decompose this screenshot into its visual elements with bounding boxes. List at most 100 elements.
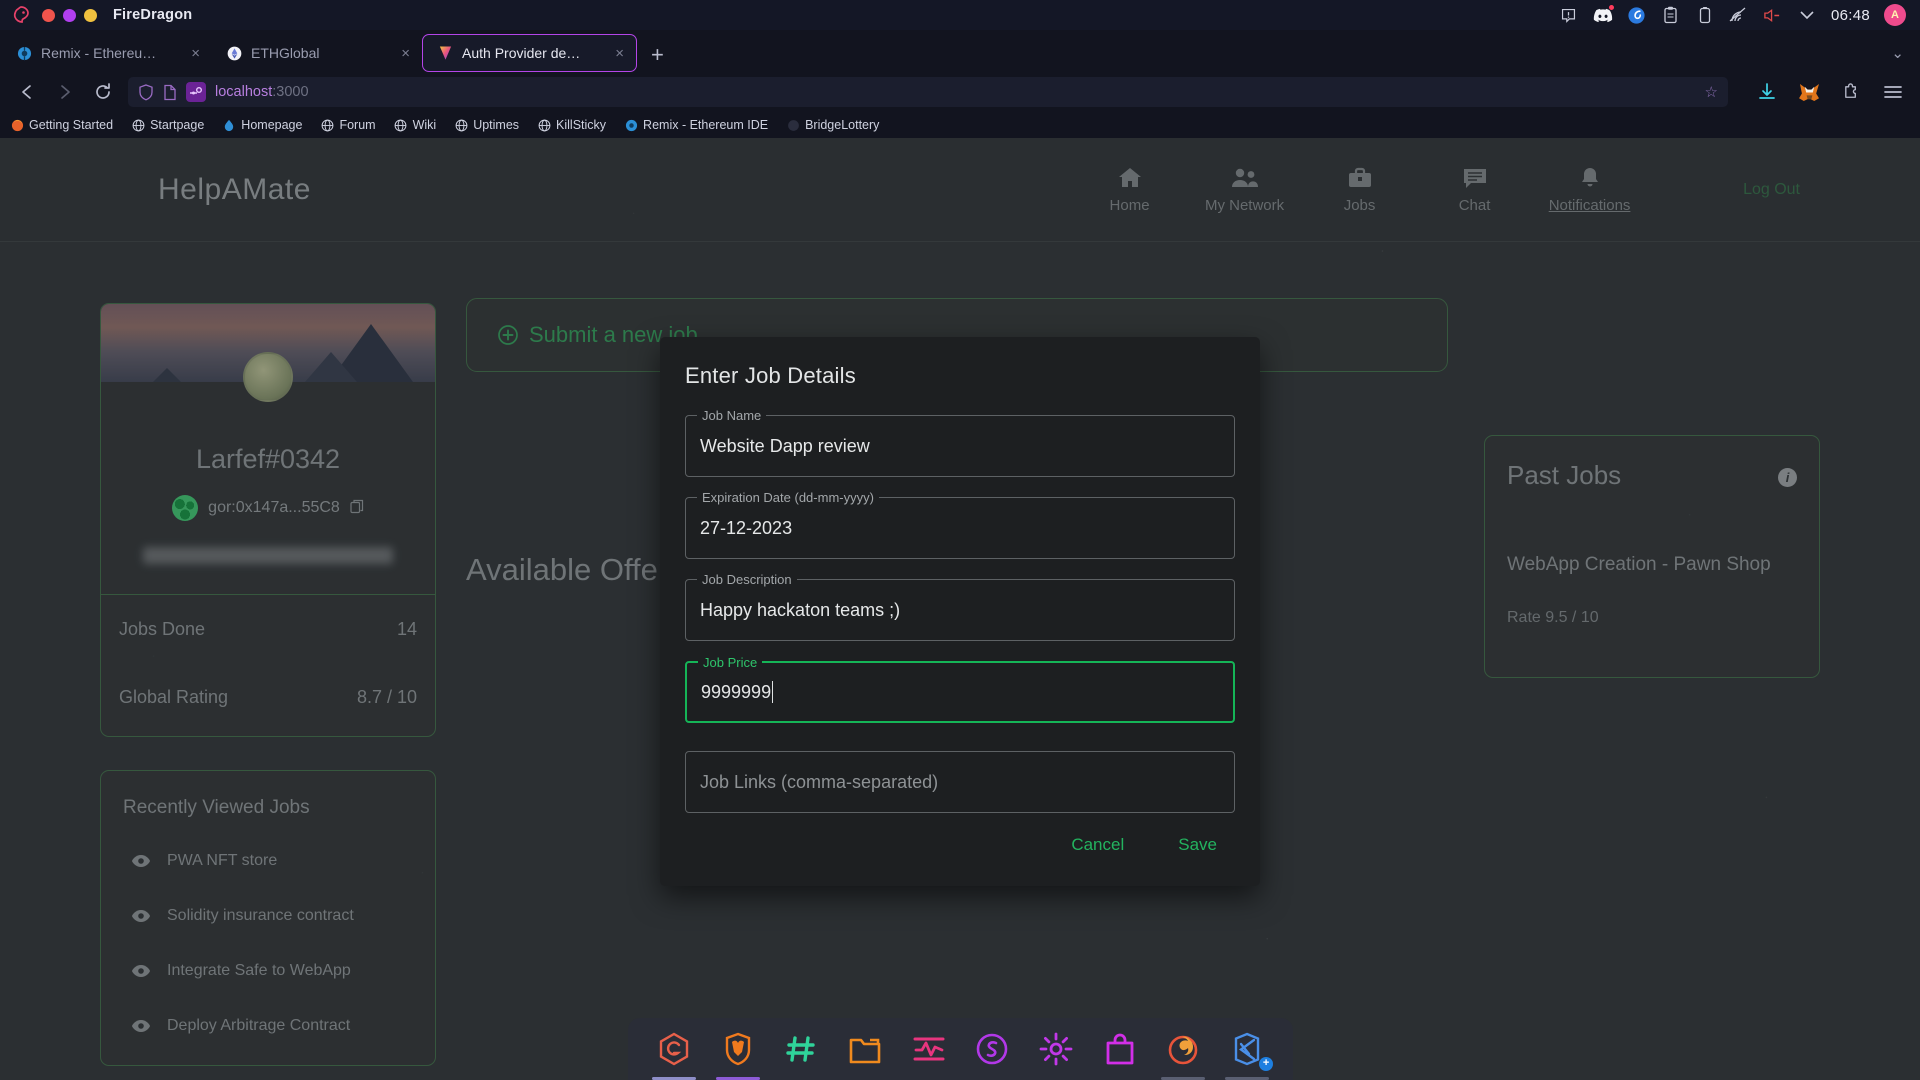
- battery-icon[interactable]: [1695, 5, 1715, 25]
- new-tab-button[interactable]: +: [637, 44, 676, 72]
- bookmark-homepage[interactable]: Homepage: [222, 118, 302, 132]
- expiration-date-label: Expiration Date (dd-mm-yyyy): [697, 490, 879, 505]
- expiration-date-value: 27-12-2023: [700, 517, 793, 538]
- dock-item-vscode[interactable]: +: [1223, 1025, 1274, 1080]
- page-info-icon[interactable]: [163, 84, 177, 101]
- taskbar-dock: +: [628, 1018, 1293, 1080]
- tab-close-icon[interactable]: ×: [169, 46, 200, 61]
- url-toolbar: localhost:3000 ☆: [0, 72, 1920, 112]
- permissions-icon[interactable]: [186, 82, 206, 102]
- tab-title: Remix - Ethereum IDE: [41, 45, 160, 61]
- dock-item-element[interactable]: [777, 1025, 825, 1073]
- metamask-icon[interactable]: [1796, 79, 1822, 105]
- job-description-field[interactable]: Job Description Happy hackaton teams ;): [685, 572, 1235, 641]
- dock-item-settings[interactable]: [1032, 1025, 1080, 1073]
- firefox-icon: [10, 118, 24, 132]
- cancel-button[interactable]: Cancel: [1053, 826, 1142, 864]
- bookmark-label: Homepage: [241, 118, 303, 132]
- url-text[interactable]: localhost:3000: [215, 84, 309, 100]
- job-links-field[interactable]: Job Links (comma-separated): [685, 751, 1235, 813]
- tab-title: Auth Provider demo: [462, 45, 585, 61]
- window-close-button[interactable]: [42, 8, 55, 22]
- menu-icon[interactable]: [1880, 79, 1906, 105]
- bookmark-getting-started[interactable]: Getting Started: [10, 118, 113, 132]
- bookmark-uptimes[interactable]: Uptimes: [454, 118, 519, 132]
- bookmark-startpage[interactable]: Startpage: [131, 118, 204, 132]
- alert-icon[interactable]: [1559, 5, 1579, 25]
- downloads-icon[interactable]: [1754, 79, 1780, 105]
- dock-item-spotify[interactable]: [968, 1025, 1016, 1073]
- bookmark-wiki[interactable]: Wiki: [394, 118, 436, 132]
- sync-icon[interactable]: [1627, 5, 1647, 25]
- dock-item-gitlab[interactable]: [650, 1025, 698, 1080]
- dock-badge: +: [1259, 1057, 1274, 1071]
- job-name-label: Job Name: [697, 408, 767, 423]
- extensions-icon[interactable]: [1838, 79, 1864, 105]
- tab-list-overflow-button[interactable]: ⌄: [1891, 44, 1920, 72]
- bookmark-bridgelottery[interactable]: BridgeLottery: [786, 118, 879, 132]
- globe-icon: [454, 118, 468, 132]
- back-button[interactable]: [14, 79, 40, 105]
- system-tray: 06:48 A: [1559, 4, 1910, 26]
- bookmark-label: Forum: [339, 118, 376, 132]
- url-host: localhost: [215, 84, 273, 100]
- globe-icon: [131, 118, 145, 132]
- chevron-down-icon[interactable]: [1797, 5, 1817, 25]
- dock-item-firefox[interactable]: [1159, 1025, 1207, 1080]
- url-port: :3000: [272, 84, 309, 100]
- job-price-value: 9999999: [701, 681, 772, 702]
- omnibox[interactable]: localhost:3000 ☆: [128, 77, 1728, 107]
- bookmark-forum[interactable]: Forum: [320, 118, 376, 132]
- bookmark-label: Startpage: [150, 118, 205, 132]
- job-name-value: Website Dapp review: [700, 435, 870, 456]
- bookmark-killsticky[interactable]: KillSticky: [537, 118, 606, 132]
- discord-badge: [1607, 4, 1615, 11]
- forward-button[interactable]: [52, 79, 78, 105]
- user-avatar[interactable]: A: [1884, 4, 1906, 26]
- browser-toolbar-right: [1740, 79, 1906, 105]
- os-top-bar: FireDragon 06:48 A: [0, 0, 1920, 30]
- job-name-field[interactable]: Job Name Website Dapp review: [685, 408, 1235, 477]
- browser-tab-ethglobal[interactable]: ETHGlobal ×: [212, 34, 422, 72]
- tab-strip: Remix - Ethereum IDE × ETHGlobal × Auth …: [0, 30, 1920, 72]
- vercel-icon: [437, 45, 453, 61]
- clipboard-icon[interactable]: [1661, 5, 1681, 25]
- job-links-placeholder: Job Links (comma-separated): [700, 771, 939, 792]
- discord-icon[interactable]: [1593, 4, 1615, 25]
- job-description-value: Happy hackaton teams ;): [700, 599, 901, 620]
- tab-close-icon[interactable]: ×: [379, 46, 410, 61]
- dark-globe-icon: [786, 118, 800, 132]
- job-price-label: Job Price: [698, 655, 763, 670]
- browser-tab-auth-provider-demo[interactable]: Auth Provider demo ×: [422, 34, 637, 72]
- reload-button[interactable]: [90, 79, 116, 105]
- tab-title: ETHGlobal: [251, 45, 320, 61]
- dock-item-software-store[interactable]: [1096, 1025, 1144, 1073]
- os-app-name: FireDragon: [113, 7, 193, 23]
- wifi-icon[interactable]: [1729, 5, 1749, 25]
- dialog-title: Enter Job Details: [685, 363, 856, 388]
- bookmark-remix[interactable]: Remix - Ethereum IDE: [624, 118, 768, 132]
- text-caret: [772, 681, 774, 703]
- remix-icon: [16, 45, 32, 61]
- window-maximize-button[interactable]: [63, 8, 76, 22]
- expiration-date-field[interactable]: Expiration Date (dd-mm-yyyy) 27-12-2023: [685, 490, 1235, 559]
- bookmarks-bar: Getting Started Startpage Homepage Forum…: [0, 112, 1920, 138]
- globe-icon: [537, 118, 551, 132]
- browser-chrome: Remix - Ethereum IDE × ETHGlobal × Auth …: [0, 30, 1920, 138]
- dialog-actions: Cancel Save: [685, 826, 1235, 864]
- dock-item-files[interactable]: [841, 1025, 889, 1073]
- bookmark-star-icon[interactable]: ☆: [1705, 83, 1718, 101]
- tab-close-icon[interactable]: ×: [593, 46, 624, 61]
- shield-icon[interactable]: [138, 83, 154, 101]
- dock-item-brave[interactable]: [714, 1025, 762, 1080]
- browser-tab-remix[interactable]: Remix - Ethereum IDE ×: [2, 34, 212, 72]
- clock: 06:48: [1830, 6, 1870, 24]
- save-button[interactable]: Save: [1160, 826, 1235, 864]
- bookmark-label: KillSticky: [556, 118, 607, 132]
- water-drop-icon: [222, 118, 236, 132]
- job-price-field[interactable]: Job Price 9999999: [685, 655, 1235, 723]
- window-minimize-button[interactable]: [84, 8, 97, 22]
- ethglobal-icon: [226, 45, 242, 61]
- volume-muted-icon[interactable]: [1763, 5, 1783, 25]
- dock-item-system-monitor[interactable]: [905, 1025, 953, 1073]
